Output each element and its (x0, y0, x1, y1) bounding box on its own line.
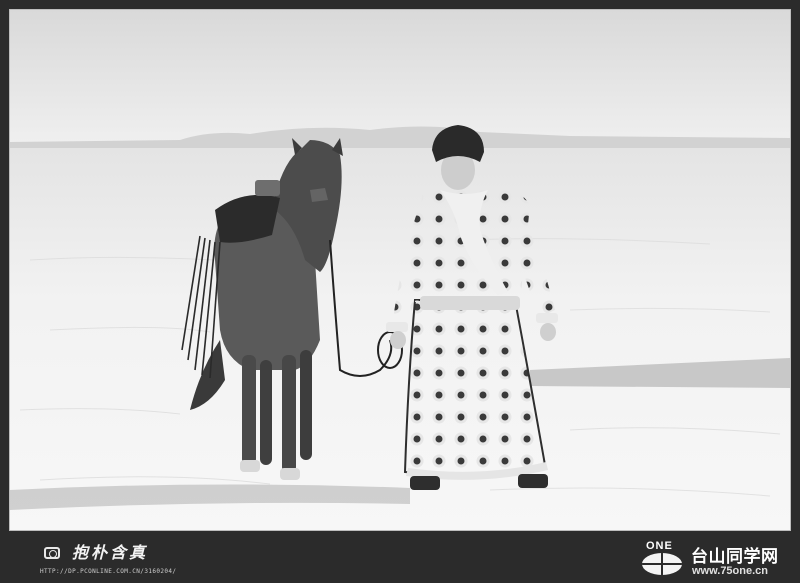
photographer-url: HTTP://DP.PCONLINE.COM.CN/3160204/ (40, 568, 177, 575)
globe-icon (642, 553, 682, 575)
footer-bar: 抱朴含真 HTTP://DP.PCONLINE.COM.CN/3160204/ … (0, 535, 800, 583)
site-name: 台山同学网 (691, 547, 779, 567)
photographer-name: 抱朴含真 (72, 543, 149, 562)
right-watermark: ONE 台山同学网 www.75one.cn (636, 538, 800, 582)
image-frame: 抱朴含真 HTTP://DP.PCONLINE.COM.CN/3160204/ … (0, 0, 800, 583)
photograph (9, 9, 791, 531)
photo-scene (10, 10, 790, 530)
site-logo: ONE (638, 540, 686, 578)
logo-text: ONE (646, 540, 673, 552)
site-domain: www.75one.cn (692, 565, 769, 577)
left-watermark: 抱朴含真 HTTP://DP.PCONLINE.COM.CN/3160204/ (40, 538, 240, 580)
sky (10, 10, 790, 142)
camera-icon (44, 547, 60, 559)
